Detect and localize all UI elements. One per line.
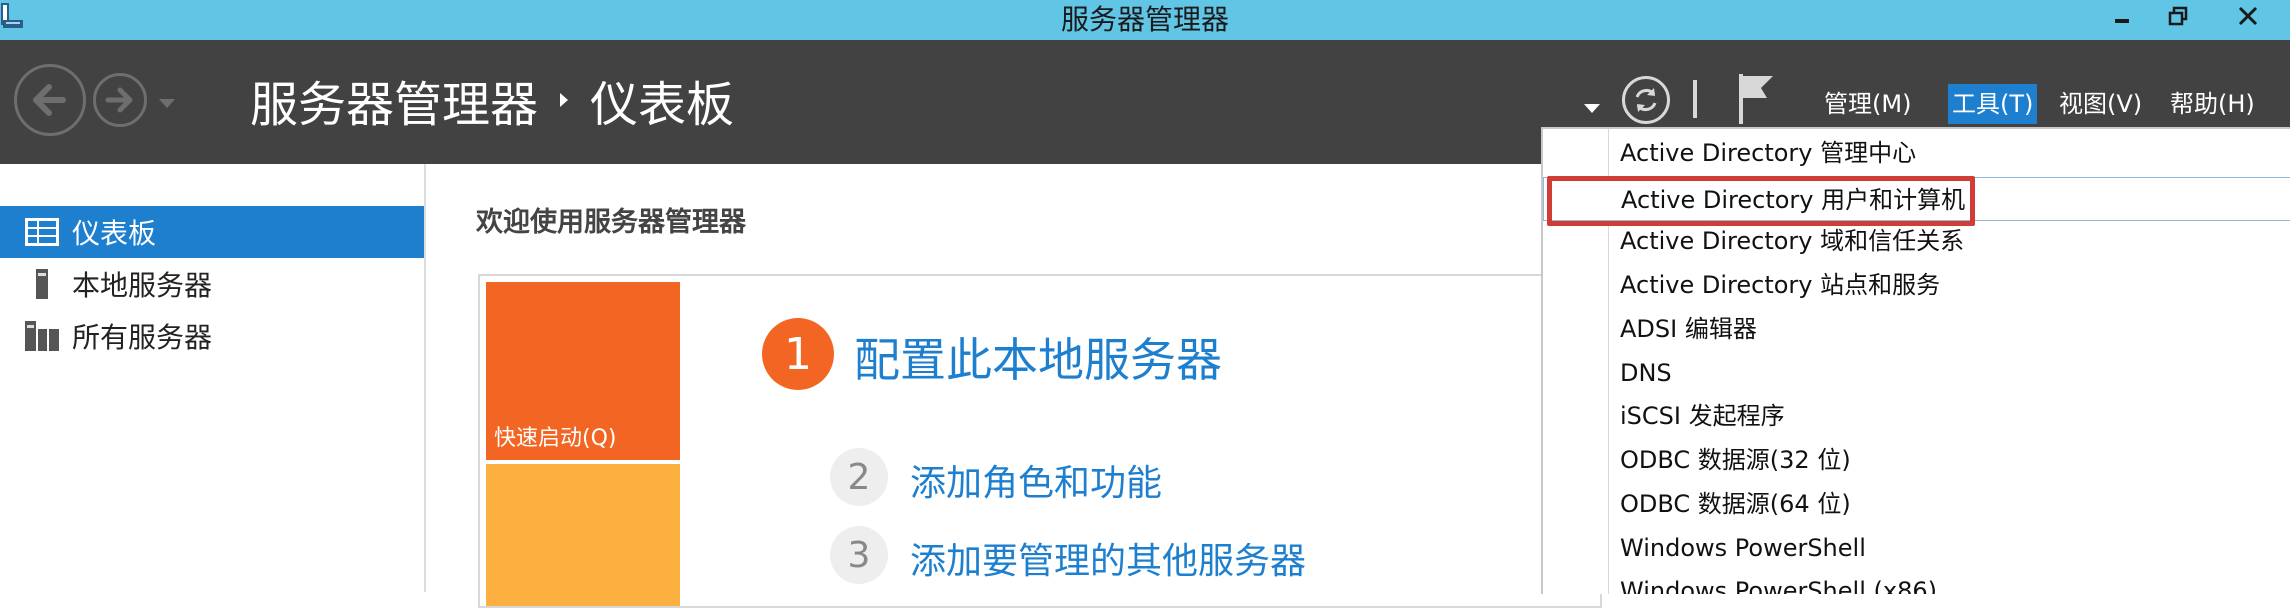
step-3-number: 3 [830, 526, 888, 584]
window-title: 服务器管理器 [1060, 3, 1229, 36]
whats-new-tile[interactable] [486, 464, 680, 606]
breadcrumb: 服务器管理器 仪表板 [250, 70, 734, 133]
step-2-link[interactable]: 添加角色和功能 [910, 454, 1162, 506]
sidebar: 仪表板 本地服务器 所有服务器 [0, 164, 426, 592]
step-1-link[interactable]: 配置此本地服务器 [854, 324, 1222, 390]
close-button[interactable] [2218, 0, 2278, 32]
quick-start-tile[interactable]: 快速启动(Q) [486, 282, 680, 460]
menu-view[interactable]: 视图(V) [2055, 84, 2146, 124]
menu-item-powershell-x86[interactable]: Windows PowerShell (x86) [1543, 569, 2290, 594]
arrow-left-icon [33, 84, 66, 116]
menu-item-iscsi[interactable]: iSCSI 发起程序 [1543, 394, 2290, 438]
sidebar-item-local-server[interactable]: 本地服务器 [0, 258, 424, 310]
breadcrumb-root[interactable]: 服务器管理器 [250, 65, 538, 135]
notifications-flag-icon[interactable] [1735, 72, 1779, 126]
menu-item-dns[interactable]: DNS [1543, 351, 2290, 395]
sidebar-item-label: 仪表板 [72, 217, 157, 250]
forward-button[interactable] [93, 73, 147, 127]
menu-help[interactable]: 帮助(H) [2166, 84, 2259, 124]
menu-item-odbc-32[interactable]: ODBC 数据源(32 位) [1543, 438, 2290, 482]
restore-icon [2168, 6, 2188, 26]
chevron-down-icon [1584, 104, 1600, 113]
refresh-icon [1635, 88, 1657, 112]
welcome-tile: 快速启动(Q) 1 配置此本地服务器 2 添加角色和功能 3 添加要管理的其他服… [478, 274, 1602, 608]
minimize-button[interactable] [2094, 0, 2150, 32]
refresh-button[interactable] [1622, 76, 1670, 124]
menu-manage[interactable]: 管理(M) [1820, 84, 1915, 124]
sidebar-item-label: 所有服务器 [72, 321, 213, 354]
title-bar: 服务器管理器 [0, 0, 2290, 40]
close-icon [2238, 6, 2258, 26]
menu-tools[interactable]: 工具(T) [1948, 84, 2038, 124]
step-2-number: 2 [830, 448, 888, 506]
menu-item-odbc-64[interactable]: ODBC 数据源(64 位) [1543, 482, 2290, 526]
servers-icon [22, 321, 62, 351]
history-dropdown-button[interactable] [157, 95, 177, 109]
menu-item-ad-sites-services[interactable]: Active Directory 站点和服务 [1543, 263, 2290, 307]
sidebar-item-all-servers[interactable]: 所有服务器 [0, 310, 424, 362]
server-icon [22, 269, 62, 299]
minimize-icon [2115, 19, 2129, 23]
dashboard-icon [22, 218, 62, 246]
menu-item-powershell[interactable]: Windows PowerShell [1543, 526, 2290, 570]
chevron-down-icon [159, 99, 175, 108]
step-1-number: 1 [762, 318, 834, 390]
welcome-heading: 欢迎使用服务器管理器 [476, 207, 746, 238]
quick-start-label: 快速启动(Q) [494, 426, 617, 451]
sidebar-item-label: 本地服务器 [72, 269, 213, 302]
breadcrumb-current: 仪表板 [590, 77, 735, 133]
header-dropdown-button[interactable] [1583, 99, 1601, 113]
menu-item-adsi-edit[interactable]: ADSI 编辑器 [1543, 307, 2290, 351]
highlight-annotation [1547, 176, 1975, 226]
breadcrumb-separator-icon [560, 93, 569, 107]
back-button[interactable] [14, 64, 86, 136]
restore-button[interactable] [2150, 0, 2206, 32]
arrow-right-icon [105, 87, 133, 113]
sidebar-item-dashboard[interactable]: 仪表板 [0, 206, 424, 258]
header-divider [1693, 80, 1697, 118]
menu-item-ad-admin-center[interactable]: Active Directory 管理中心 [1543, 131, 2290, 175]
step-3-link[interactable]: 添加要管理的其他服务器 [910, 532, 1306, 584]
